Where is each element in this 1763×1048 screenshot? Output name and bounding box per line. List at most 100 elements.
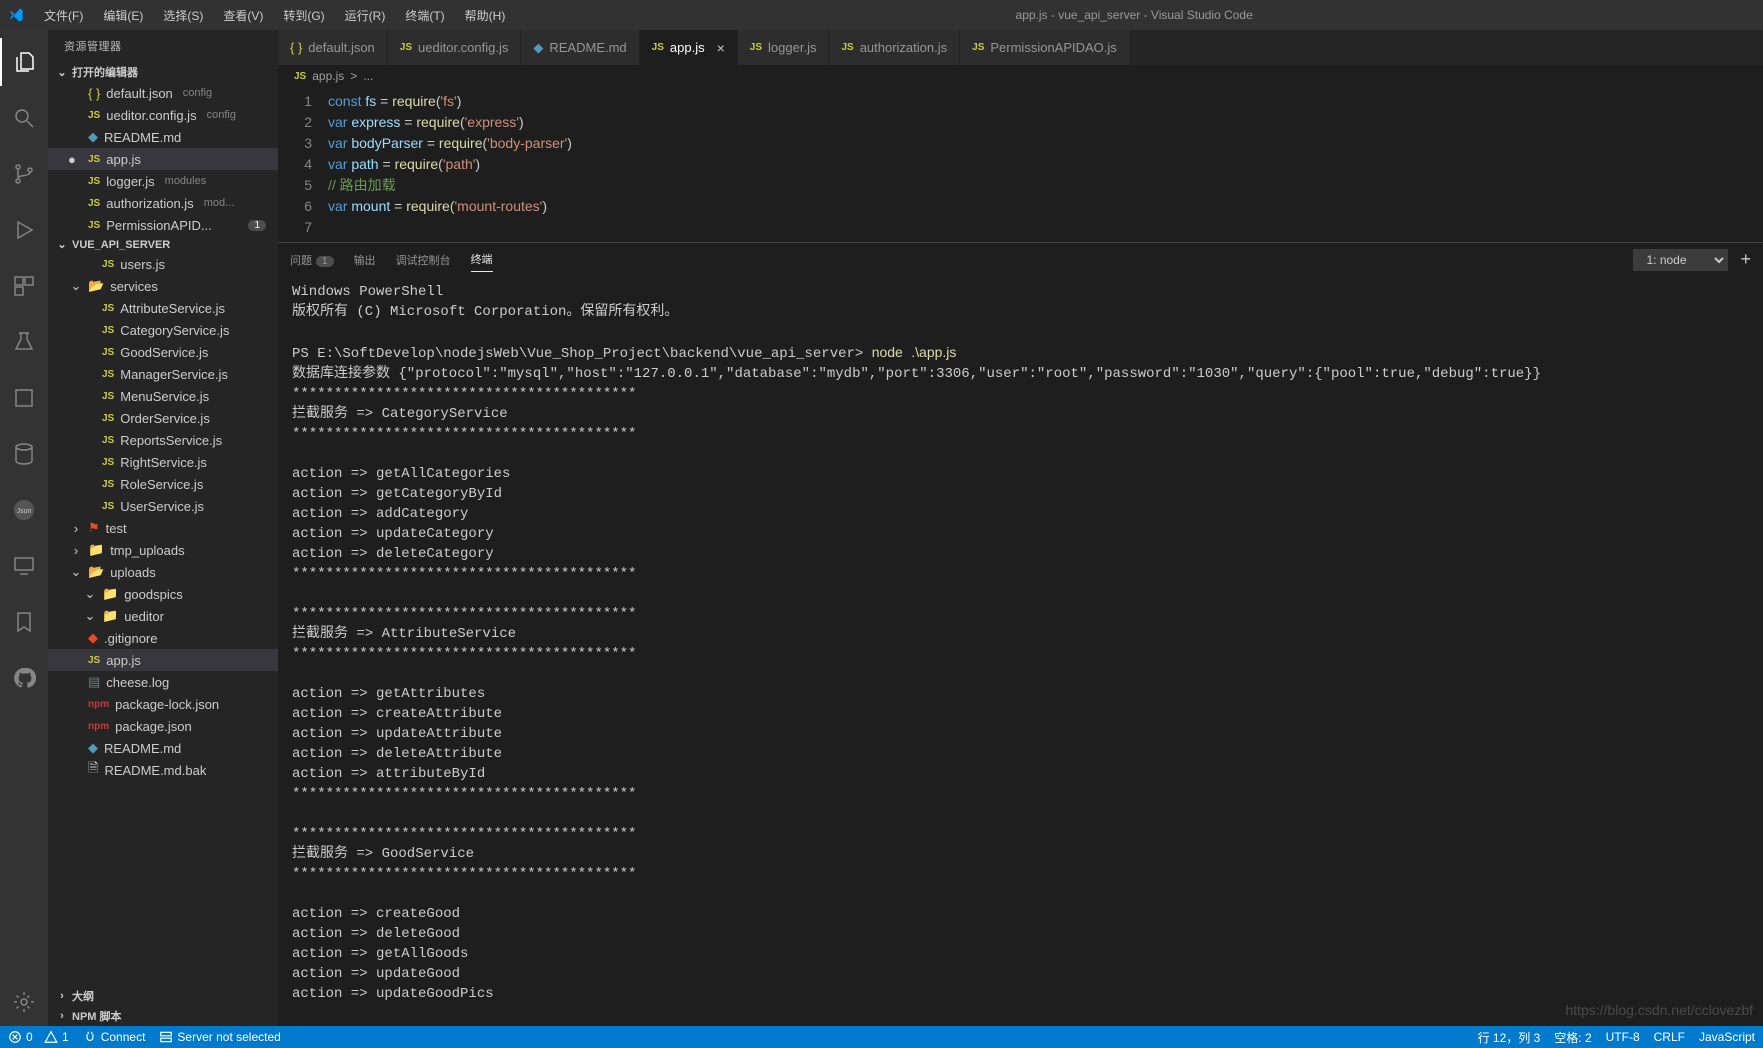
- chevron-icon: ›: [70, 521, 82, 536]
- status-position[interactable]: 行 12，列 3: [1478, 1029, 1541, 1046]
- tree-item-name: package.json: [115, 719, 192, 734]
- tree-item[interactable]: JSManagerService.js: [48, 363, 278, 385]
- tree-item[interactable]: ⌄📁ueditor: [48, 605, 278, 627]
- editor-tab[interactable]: JSapp.js×: [640, 30, 738, 65]
- menu-run[interactable]: 运行(R): [337, 3, 394, 28]
- editor-tab[interactable]: ◆README.md: [521, 30, 639, 65]
- activity-explorer[interactable]: [0, 38, 48, 86]
- open-editor-item[interactable]: ×{ }default.jsonconfig: [48, 82, 278, 104]
- tab-label: logger.js: [768, 40, 816, 55]
- tree-item[interactable]: JSRightService.js: [48, 451, 278, 473]
- tree-item[interactable]: ›⚑test: [48, 517, 278, 539]
- tree-item-name: package-lock.json: [115, 697, 219, 712]
- breadcrumb[interactable]: JS app.js > ...: [278, 65, 1763, 87]
- section-open-editors[interactable]: ⌄打开的编辑器: [48, 62, 278, 82]
- activity-debug[interactable]: [0, 206, 48, 254]
- menu-terminal[interactable]: 终端(T): [397, 3, 452, 28]
- tree-item[interactable]: JSGoodService.js: [48, 341, 278, 363]
- editor-tab[interactable]: JSlogger.js: [738, 30, 830, 65]
- tree-item-name: app.js: [106, 653, 141, 668]
- new-terminal-icon[interactable]: +: [1740, 249, 1751, 270]
- open-editor-item[interactable]: ×JSauthorization.jsmod...: [48, 192, 278, 214]
- status-errors[interactable]: 0 1: [8, 1030, 69, 1044]
- activity-json[interactable]: Json: [0, 486, 48, 534]
- menu-go[interactable]: 转到(G): [275, 3, 332, 28]
- tree-item[interactable]: 🗎README.md.bak: [48, 759, 278, 781]
- activity-search[interactable]: [0, 94, 48, 142]
- tab-debug-console[interactable]: 调试控制台: [396, 248, 451, 272]
- activity-bookmark[interactable]: [0, 598, 48, 646]
- activity-github[interactable]: [0, 654, 48, 702]
- activity-test[interactable]: [0, 318, 48, 366]
- open-editor-item[interactable]: ×JSPermissionAPID...1: [48, 214, 278, 236]
- close-icon[interactable]: ●: [68, 152, 82, 167]
- activity-sql[interactable]: [0, 430, 48, 478]
- status-language[interactable]: JavaScript: [1699, 1029, 1755, 1046]
- menu-help[interactable]: 帮助(H): [457, 3, 514, 28]
- code-editor[interactable]: 1234567 const fs = require('fs')var expr…: [278, 87, 1763, 242]
- error-icon: [8, 1030, 22, 1044]
- menu-file[interactable]: 文件(F): [36, 3, 91, 28]
- tree-item[interactable]: ◆.gitignore: [48, 627, 278, 649]
- tree-item-name: CategoryService.js: [120, 323, 229, 338]
- section-outline[interactable]: ›大纲: [48, 986, 278, 1006]
- menu-selection[interactable]: 选择(S): [155, 3, 211, 28]
- open-editor-item[interactable]: ×JSueditor.config.jsconfig: [48, 104, 278, 126]
- tree-item[interactable]: ▤cheese.log: [48, 671, 278, 693]
- status-server[interactable]: Server not selected: [159, 1030, 280, 1044]
- github-icon: [12, 666, 36, 690]
- menu-edit[interactable]: 编辑(E): [95, 3, 151, 28]
- tree-item[interactable]: ⌄📁goodspics: [48, 583, 278, 605]
- terminal-output[interactable]: Windows PowerShell 版权所有 (C) Microsoft Co…: [278, 276, 1763, 1026]
- section-npm[interactable]: ›NPM 脚本: [48, 1006, 278, 1026]
- tree-item[interactable]: JSusers.js: [48, 253, 278, 275]
- editor-tab[interactable]: JSueditor.config.js: [388, 30, 522, 65]
- tab-label: ueditor.config.js: [418, 40, 508, 55]
- activity-docker[interactable]: [0, 374, 48, 422]
- editor-tab[interactable]: { }default.json: [278, 30, 388, 65]
- tab-output[interactable]: 输出: [354, 248, 376, 272]
- code-content[interactable]: const fs = require('fs')var express = re…: [328, 91, 1763, 238]
- tree-item[interactable]: npmpackage-lock.json: [48, 693, 278, 715]
- activity-settings[interactable]: [0, 978, 48, 1026]
- terminal-selector[interactable]: 1: node: [1633, 249, 1728, 271]
- tab-problems[interactable]: 问题1: [290, 248, 334, 272]
- status-encoding[interactable]: UTF-8: [1606, 1029, 1640, 1046]
- status-spaces[interactable]: 空格: 2: [1554, 1029, 1591, 1046]
- editor-tab[interactable]: JSauthorization.js: [829, 30, 960, 65]
- tree-item-name: MenuService.js: [120, 389, 209, 404]
- open-editor-item[interactable]: ×◆README.md: [48, 126, 278, 148]
- tree-item[interactable]: ⌄📂uploads: [48, 561, 278, 583]
- open-editor-item[interactable]: ●JSapp.js: [48, 148, 278, 170]
- chevron-icon: ⌄: [84, 586, 96, 602]
- tree-item[interactable]: JSReportsService.js: [48, 429, 278, 451]
- tree-item[interactable]: JSUserService.js: [48, 495, 278, 517]
- menu-view[interactable]: 查看(V): [215, 3, 271, 28]
- activitybar: Json: [0, 30, 48, 1026]
- activity-scm[interactable]: [0, 150, 48, 198]
- status-connect[interactable]: Connect: [83, 1030, 146, 1044]
- tree-item[interactable]: JSapp.js: [48, 649, 278, 671]
- json-icon: Json: [12, 498, 36, 522]
- status-eol[interactable]: CRLF: [1654, 1029, 1685, 1046]
- bookmark-icon: [12, 610, 36, 634]
- tree-item[interactable]: JSOrderService.js: [48, 407, 278, 429]
- tree-item[interactable]: ⌄📂services: [48, 275, 278, 297]
- tree-item[interactable]: ◆README.md: [48, 737, 278, 759]
- tree-item[interactable]: npmpackage.json: [48, 715, 278, 737]
- tree-item[interactable]: ›📁tmp_uploads: [48, 539, 278, 561]
- tree-item[interactable]: JSCategoryService.js: [48, 319, 278, 341]
- tree-item[interactable]: JSMenuService.js: [48, 385, 278, 407]
- open-editor-item[interactable]: ×JSlogger.jsmodules: [48, 170, 278, 192]
- tab-terminal[interactable]: 终端: [471, 247, 493, 272]
- tree-item[interactable]: JSRoleService.js: [48, 473, 278, 495]
- editor-tab[interactable]: JSPermissionAPIDAO.js: [960, 30, 1130, 65]
- error-count: 0: [26, 1030, 33, 1044]
- gear-icon: [12, 990, 36, 1014]
- tree-item[interactable]: JSAttributeService.js: [48, 297, 278, 319]
- search-icon: [12, 106, 36, 130]
- close-icon[interactable]: ×: [717, 40, 725, 56]
- section-project[interactable]: ⌄VUE_API_SERVER: [48, 236, 278, 253]
- activity-remote[interactable]: [0, 542, 48, 590]
- activity-extensions[interactable]: [0, 262, 48, 310]
